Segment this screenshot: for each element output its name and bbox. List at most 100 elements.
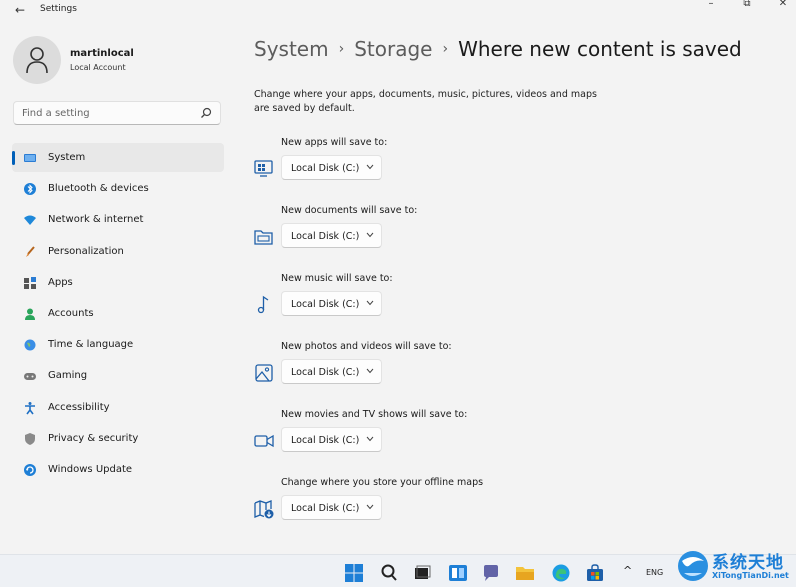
sidebar-item-label: Bluetooth & devices — [48, 183, 149, 195]
chat-icon[interactable] — [481, 563, 501, 583]
breadcrumb-separator: › — [442, 41, 449, 57]
sidebar-item-personalization[interactable]: Personalization — [12, 237, 224, 266]
chevron-down-icon — [366, 164, 374, 170]
wifi-icon — [24, 215, 36, 226]
dropdown-value: Local Disk (C:) — [291, 299, 360, 310]
movies-location-dropdown[interactable]: Local Disk (C:) — [281, 427, 382, 452]
account-name: martinlocal — [70, 48, 134, 59]
system-icon — [24, 154, 36, 162]
search-input[interactable]: Find a setting — [13, 101, 221, 125]
sidebar-item-label: Network & internet — [48, 214, 144, 226]
avatar[interactable] — [13, 36, 61, 84]
sidebar-item-gaming[interactable]: Gaming — [12, 361, 224, 390]
widgets-icon[interactable] — [448, 563, 468, 583]
dropdown-value: Local Disk (C:) — [291, 503, 360, 514]
brush-icon — [26, 245, 35, 257]
title-bar: ← Settings – ⧉ ✕ — [0, 0, 796, 22]
file-explorer-icon[interactable] — [515, 563, 535, 583]
accounts-icon — [25, 308, 35, 320]
language-indicator[interactable]: ENG — [646, 568, 663, 577]
sidebar-item-accounts[interactable]: Accounts — [12, 299, 224, 328]
page-description: Change where your apps, documents, music… — [254, 89, 597, 114]
movies-save-label: New movies and TV shows will save to: — [281, 409, 468, 420]
photos-save-label: New photos and videos will save to: — [281, 341, 452, 352]
search-placeholder: Find a setting — [22, 108, 90, 119]
dropdown-value: Local Disk (C:) — [291, 231, 360, 242]
picture-icon — [255, 364, 273, 382]
watermark-url: XiTongTianDi.net — [712, 571, 789, 580]
minimize-button[interactable]: – — [694, 0, 728, 10]
start-icon[interactable] — [344, 563, 364, 583]
watermark-globe-icon — [678, 551, 708, 581]
maximize-button[interactable]: ⧉ — [730, 0, 764, 10]
sidebar-item-label: Apps — [48, 276, 73, 288]
shield-icon — [25, 432, 35, 445]
breadcrumb-system[interactable]: System — [254, 37, 329, 61]
sidebar-item-windows-update[interactable]: Windows Update — [12, 455, 224, 484]
sidebar-item-label: Personalization — [48, 245, 124, 257]
active-indicator — [12, 151, 15, 165]
store-icon[interactable] — [585, 563, 605, 583]
bluetooth-icon — [24, 183, 36, 196]
music-location-dropdown[interactable]: Local Disk (C:) — [281, 291, 382, 316]
sidebar-item-label: Accessibility — [48, 401, 110, 413]
sidebar-item-label: Windows Update — [48, 463, 133, 475]
globe-icon — [24, 339, 36, 351]
documents-location-dropdown[interactable]: Local Disk (C:) — [281, 223, 382, 248]
documents-save-label: New documents will save to: — [281, 205, 418, 216]
sidebar-item-bluetooth[interactable]: Bluetooth & devices — [12, 174, 224, 203]
sidebar-item-accessibility[interactable]: Accessibility — [12, 393, 224, 422]
watermark-title: 系统天地 — [712, 553, 784, 573]
sidebar-item-network[interactable]: Network & internet — [12, 205, 224, 234]
folder-icon — [254, 230, 273, 245]
apps-icon — [24, 276, 36, 289]
chevron-down-icon — [366, 368, 374, 374]
chevron-down-icon — [366, 436, 374, 442]
person-icon — [26, 47, 48, 74]
breadcrumb: System › Storage › Where new content is save… — [254, 37, 742, 61]
tray-chevron-icon[interactable]: ^ — [623, 564, 632, 577]
sidebar-item-label: System — [48, 152, 86, 163]
search-icon[interactable] — [379, 563, 399, 583]
apps-save-label: New apps will save to: — [281, 137, 388, 148]
apps-monitor-icon — [254, 160, 273, 177]
account-type: Local Account — [70, 63, 126, 72]
chevron-down-icon — [366, 232, 374, 238]
maps-location-dropdown[interactable]: Local Disk (C:) — [281, 495, 382, 520]
close-button[interactable]: ✕ — [766, 0, 796, 10]
apps-location-dropdown[interactable]: Local Disk (C:) — [281, 155, 382, 180]
task-view-icon[interactable] — [412, 563, 432, 583]
dropdown-value: Local Disk (C:) — [291, 435, 360, 446]
back-button[interactable]: ← — [10, 2, 30, 18]
sidebar-item-label: Privacy & security — [48, 432, 139, 444]
photos-location-dropdown[interactable]: Local Disk (C:) — [281, 359, 382, 384]
chevron-down-icon — [366, 300, 374, 306]
dropdown-value: Local Disk (C:) — [291, 367, 360, 378]
music-save-label: New music will save to: — [281, 273, 393, 284]
update-icon — [24, 463, 36, 476]
sidebar-item-label: Accounts — [48, 307, 94, 319]
dropdown-value: Local Disk (C:) — [291, 163, 360, 174]
search-icon — [201, 107, 212, 118]
sidebar-item-label: Gaming — [48, 370, 88, 382]
music-note-icon — [257, 295, 269, 314]
map-download-icon — [254, 500, 274, 519]
breadcrumb-separator: › — [338, 41, 345, 57]
video-camera-icon — [254, 434, 274, 448]
window-title: Settings — [40, 4, 77, 14]
gamepad-icon — [24, 373, 36, 381]
accessibility-icon — [25, 401, 35, 414]
sidebar-nav: System Bluetooth & devices Network & int… — [12, 143, 224, 486]
settings-window: ← Settings – ⧉ ✕ martinlocal Local Accou… — [0, 0, 796, 554]
sidebar-item-time-language[interactable]: Time & language — [12, 330, 224, 359]
page-title: Where new content is saved — [458, 37, 742, 61]
watermark-logo: 系统天地 XiTongTianDi.net — [676, 545, 796, 587]
edge-icon[interactable] — [551, 563, 571, 583]
sidebar-item-label: Time & language — [48, 339, 134, 351]
sidebar-item-privacy-security[interactable]: Privacy & security — [12, 424, 224, 453]
breadcrumb-storage[interactable]: Storage — [354, 37, 432, 61]
maps-save-label: Change where you store your offline maps — [281, 477, 484, 488]
chevron-down-icon — [366, 504, 374, 510]
sidebar-item-system[interactable]: System — [12, 143, 224, 172]
sidebar-item-apps[interactable]: Apps — [12, 268, 224, 297]
